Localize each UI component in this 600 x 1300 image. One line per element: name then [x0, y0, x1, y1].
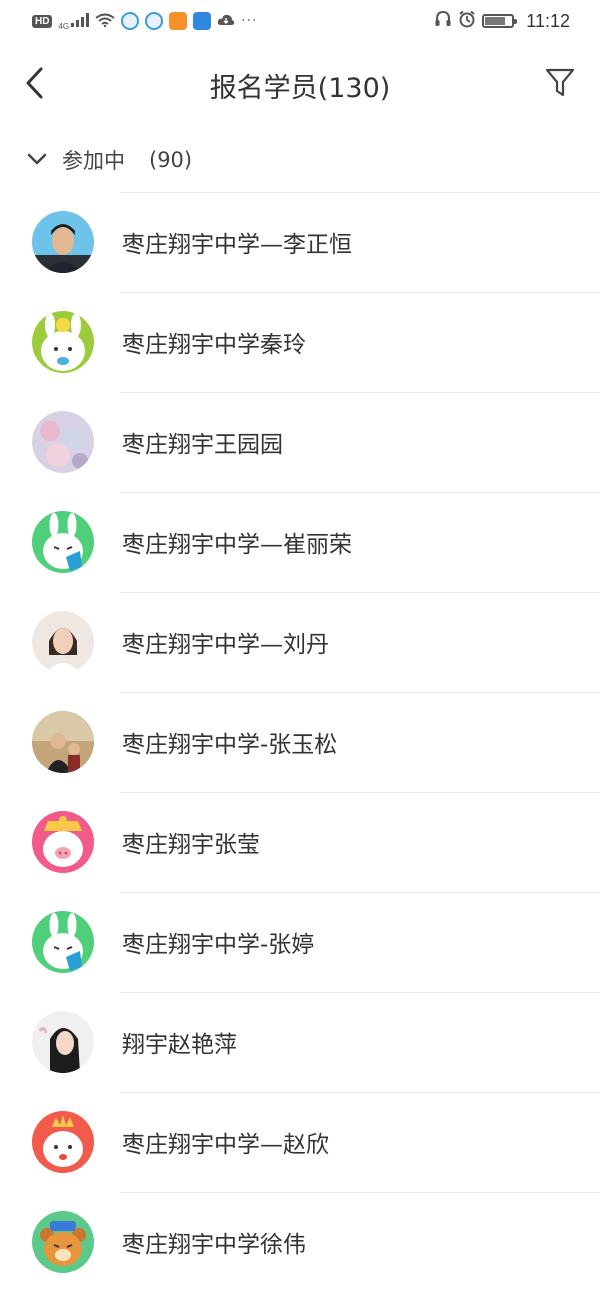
member-row[interactable]: 枣庄翔宇张莹: [0, 792, 600, 892]
status-bar: HD 4G ··· 11:12: [0, 0, 600, 42]
member-row[interactable]: 枣庄翔宇中学—赵欣: [0, 1092, 600, 1192]
chevron-down-icon: [26, 151, 48, 170]
battery-icon: [482, 14, 518, 28]
avatar: [32, 1211, 94, 1273]
clock-time: 11:12: [526, 10, 570, 31]
member-name: 枣庄翔宇中学—刘丹: [122, 632, 329, 658]
network-type-label: 4G: [58, 21, 70, 31]
member-row[interactable]: 枣庄翔宇中学—崔丽荣: [0, 492, 600, 592]
member-row[interactable]: 枣庄翔宇王园园: [0, 392, 600, 492]
member-row[interactable]: 枣庄翔宇中学秦玲: [0, 292, 600, 392]
member-name: 枣庄翔宇中学秦玲: [122, 332, 306, 358]
cloud-download-icon: [217, 12, 235, 31]
section-count: (90): [149, 148, 193, 172]
avatar: [32, 211, 94, 273]
avatar: [32, 511, 94, 573]
avatar: [32, 1011, 94, 1073]
member-row[interactable]: 翔宇赵艳萍: [0, 992, 600, 1092]
member-row[interactable]: 枣庄翔宇中学-张玉松: [0, 692, 600, 792]
alarm-icon: [458, 10, 476, 32]
member-row[interactable]: 枣庄翔宇中学徐伟: [0, 1192, 600, 1292]
status-bar-left: HD 4G ···: [32, 12, 257, 31]
signal-icon: [71, 12, 90, 31]
member-name: 枣庄翔宇王园园: [122, 432, 283, 458]
member-row[interactable]: 枣庄翔宇中学—刘丹: [0, 592, 600, 692]
hd-badge: HD: [32, 14, 53, 28]
member-name: 翔宇赵艳萍: [122, 1032, 237, 1058]
filter-icon: [544, 66, 576, 102]
avatar: [32, 911, 94, 973]
app-notification-icon: [121, 12, 140, 30]
member-name: 枣庄翔宇张莹: [122, 832, 260, 858]
member-name: 枣庄翔宇中学-张婷: [122, 932, 315, 958]
member-name: 枣庄翔宇中学—崔丽荣: [122, 532, 352, 558]
member-name: 枣庄翔宇中学—李正恒: [122, 232, 352, 258]
member-row[interactable]: 枣庄翔宇中学-张婷: [0, 892, 600, 992]
video-app-icon: [169, 12, 188, 30]
battery-level-fill: [485, 17, 505, 25]
section-label: 参加中: [62, 149, 125, 173]
app-header: 报名学员(130): [0, 42, 600, 128]
avatar: [32, 311, 94, 373]
avatar: [32, 611, 94, 673]
member-name: 枣庄翔宇中学-张玉松: [122, 732, 338, 758]
page-title: 报名学员(130): [209, 73, 391, 104]
status-bar-right: 11:12: [434, 10, 570, 32]
avatar: [32, 411, 94, 473]
member-list: 枣庄翔宇中学—李正恒 枣庄翔宇中学秦玲 枣庄翔宇王园园枣庄翔宇中学—崔丽荣 枣庄翔宇中…: [0, 192, 600, 1292]
section-header-participating[interactable]: 参加中 (90): [0, 128, 600, 192]
more-notifications-indicator: ···: [241, 13, 258, 29]
filter-button[interactable]: [540, 64, 580, 104]
member-row[interactable]: 枣庄翔宇中学—李正恒: [0, 192, 600, 292]
avatar: [32, 711, 94, 773]
wifi-icon: [95, 12, 115, 31]
headset-icon: [434, 10, 452, 32]
app-notification-icon: [145, 12, 164, 30]
member-name: 枣庄翔宇中学徐伟: [122, 1232, 306, 1258]
member-name: 枣庄翔宇中学—赵欣: [122, 1132, 329, 1158]
message-app-icon: [193, 12, 212, 30]
avatar: [32, 1111, 94, 1173]
avatar: [32, 811, 94, 873]
